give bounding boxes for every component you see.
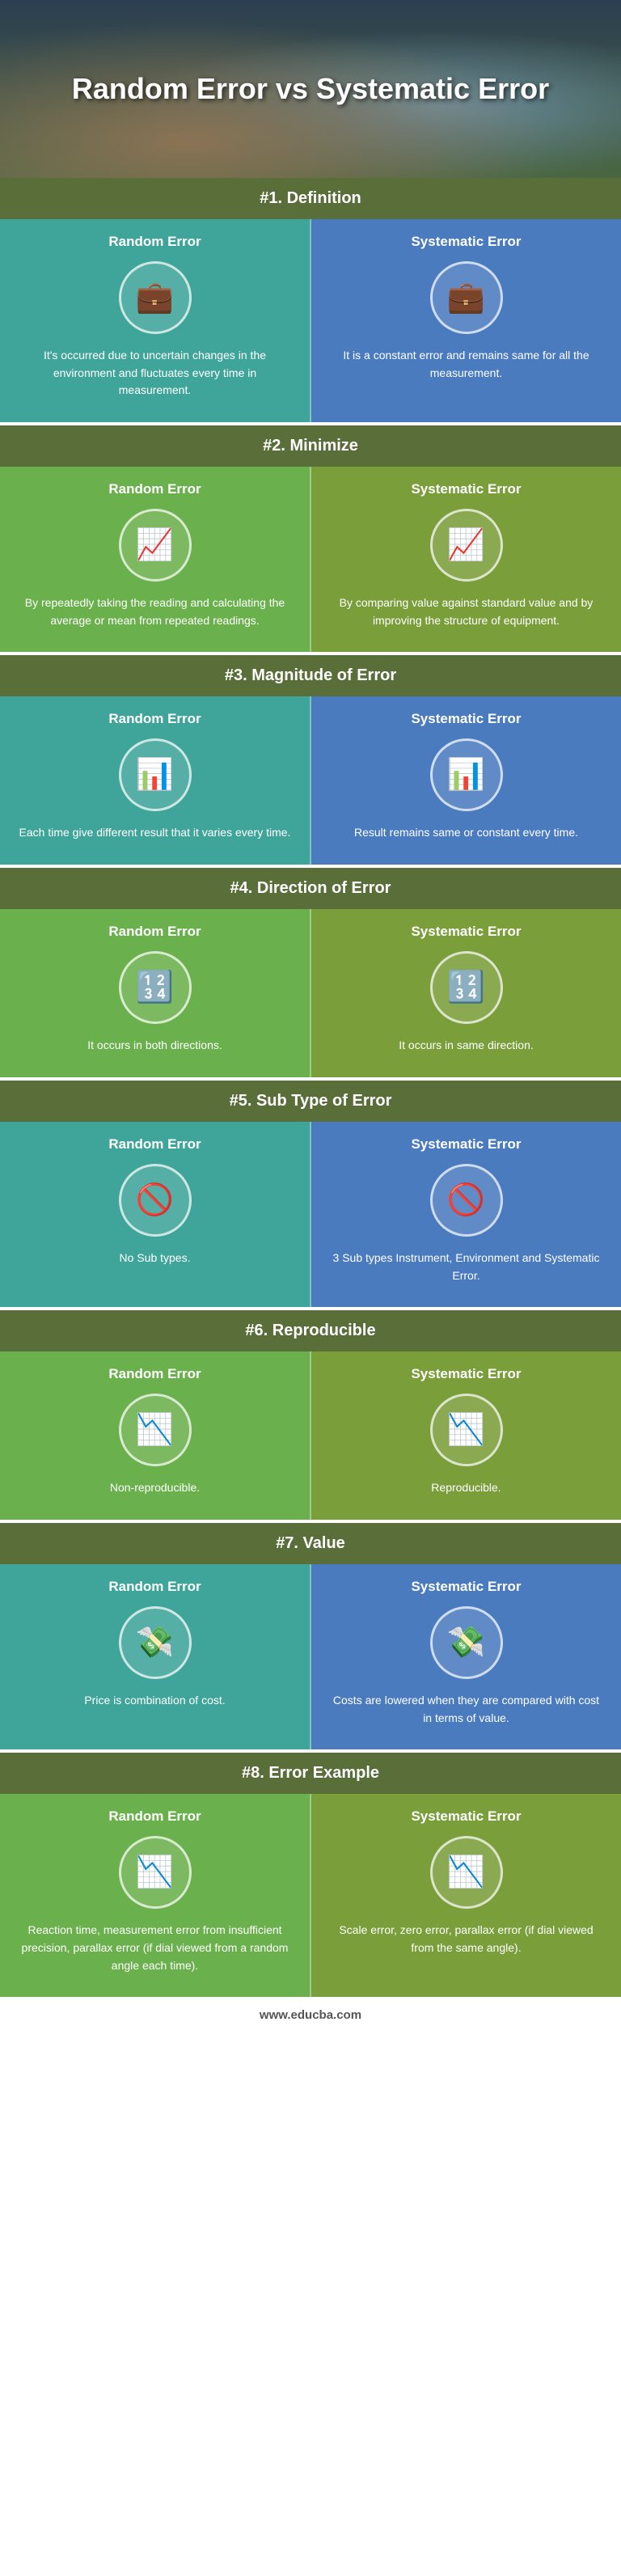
section-heading-s4: #4. Direction of Error: [0, 868, 621, 909]
col-left-s3: Random Error 📊 Each time give different re…: [0, 696, 311, 865]
two-col-s7: Random Error 💸 Price is combination of cos…: [0, 1564, 621, 1749]
col-left-s7: Random Error 💸 Price is combination of cos…: [0, 1564, 311, 1749]
col-right-icon-s3: 📊: [430, 738, 503, 811]
col-left-icon-s6: 📉: [119, 1394, 192, 1466]
col-right-text-s8: Scale error, zero error, parallax error …: [327, 1922, 605, 1956]
col-left-text-s5: No Sub types.: [120, 1250, 191, 1267]
section-s5: #5. Sub Type of Error Random Error 🚫 No Sub…: [0, 1081, 621, 1310]
col-left-text-s1: It's occurred due to uncertain changes i…: [16, 347, 294, 400]
col-left-icon-s2: 📈: [119, 509, 192, 582]
section-heading-s3: #3. Magnitude of Error: [0, 655, 621, 696]
col-right-s4: Systematic Error 🔢 It occurs in same direc…: [311, 909, 621, 1077]
section-s2: #2. Minimize Random Error 📈 By repeatedly t…: [0, 425, 621, 655]
col-left-text-s2: By repeatedly taking the reading and cal…: [16, 594, 294, 629]
col-right-label-s2: Systematic Error: [411, 481, 521, 497]
section-heading-s1: #1. Definition: [0, 178, 621, 219]
col-left-label-s8: Random Error: [108, 1808, 201, 1825]
col-left-icon-s3: 📊: [119, 738, 192, 811]
col-left-label-s2: Random Error: [108, 481, 201, 497]
col-left-label-s6: Random Error: [108, 1366, 201, 1382]
section-heading-s8: #8. Error Example: [0, 1753, 621, 1794]
section-s3: #3. Magnitude of Error Random Error 📊 Each …: [0, 655, 621, 868]
header-banner: Random Error vs Systematic Error: [0, 0, 621, 178]
section-heading-s5: #5. Sub Type of Error: [0, 1081, 621, 1122]
col-left-s2: Random Error 📈 By repeatedly taking the re…: [0, 467, 311, 652]
col-right-text-s7: Costs are lowered when they are compared…: [327, 1692, 605, 1727]
col-left-icon-s7: 💸: [119, 1606, 192, 1679]
col-left-icon-s5: 🚫: [119, 1164, 192, 1237]
section-heading-s7: #7. Value: [0, 1523, 621, 1564]
col-left-label-s7: Random Error: [108, 1579, 201, 1595]
col-left-text-s7: Price is combination of cost.: [84, 1692, 225, 1710]
section-heading-s6: #6. Reproducible: [0, 1310, 621, 1351]
col-left-s1: Random Error 💼 It's occurred due to uncert…: [0, 219, 311, 422]
main-title: Random Error vs Systematic Error: [72, 70, 549, 108]
section-heading-s2: #2. Minimize: [0, 425, 621, 467]
col-right-label-s8: Systematic Error: [411, 1808, 521, 1825]
col-right-icon-s2: 📈: [430, 509, 503, 582]
col-right-text-s6: Reproducible.: [431, 1479, 501, 1497]
col-left-label-s1: Random Error: [108, 234, 201, 250]
col-right-icon-s6: 📉: [430, 1394, 503, 1466]
section-s8: #8. Error Example Random Error 📉 Reaction t…: [0, 1753, 621, 2000]
col-left-icon-s4: 🔢: [119, 951, 192, 1024]
col-left-text-s6: Non-reproducible.: [110, 1479, 200, 1497]
col-right-s6: Systematic Error 📉 Reproducible.: [311, 1351, 621, 1520]
col-right-text-s3: Result remains same or constant every ti…: [354, 824, 578, 842]
col-right-label-s5: Systematic Error: [411, 1136, 521, 1153]
section-s7: #7. Value Random Error 💸 Price is combinati…: [0, 1523, 621, 1753]
col-right-text-s2: By comparing value against standard valu…: [327, 594, 605, 629]
col-left-text-s8: Reaction time, measurement error from in…: [16, 1922, 294, 1974]
col-left-s8: Random Error 📉 Reaction time, measurement …: [0, 1794, 311, 1997]
col-left-s5: Random Error 🚫 No Sub types.: [0, 1122, 311, 1307]
col-right-label-s4: Systematic Error: [411, 924, 521, 940]
col-right-s1: Systematic Error 💼 It is a constant error …: [311, 219, 621, 422]
col-left-text-s3: Each time give different result that it …: [19, 824, 291, 842]
two-col-s3: Random Error 📊 Each time give different re…: [0, 696, 621, 865]
col-right-label-s7: Systematic Error: [411, 1579, 521, 1595]
sections-container: #1. Definition Random Error 💼 It's occurred…: [0, 178, 621, 2000]
col-right-s8: Systematic Error 📉 Scale error, zero error…: [311, 1794, 621, 1997]
col-right-icon-s7: 💸: [430, 1606, 503, 1679]
col-right-text-s1: It is a constant error and remains same …: [327, 347, 605, 382]
two-col-s4: Random Error 🔢 It occurs in both direction…: [0, 909, 621, 1077]
section-s1: #1. Definition Random Error 💼 It's occurred…: [0, 178, 621, 425]
col-right-icon-s5: 🚫: [430, 1164, 503, 1237]
col-right-label-s3: Systematic Error: [411, 711, 521, 727]
col-right-icon-s8: 📉: [430, 1836, 503, 1909]
two-col-s6: Random Error 📉 Non-reproducible. Systematic…: [0, 1351, 621, 1520]
col-right-s5: Systematic Error 🚫 3 Sub types Instrument,…: [311, 1122, 621, 1307]
two-col-s2: Random Error 📈 By repeatedly taking the re…: [0, 467, 621, 652]
two-col-s1: Random Error 💼 It's occurred due to uncert…: [0, 219, 621, 422]
col-left-s4: Random Error 🔢 It occurs in both direction…: [0, 909, 311, 1077]
col-left-label-s4: Random Error: [108, 924, 201, 940]
col-right-s2: Systematic Error 📈 By comparing value agai…: [311, 467, 621, 652]
col-left-icon-s1: 💼: [119, 261, 192, 334]
col-right-icon-s1: 💼: [430, 261, 503, 334]
col-right-icon-s4: 🔢: [430, 951, 503, 1024]
col-left-s6: Random Error 📉 Non-reproducible.: [0, 1351, 311, 1520]
section-s6: #6. Reproducible Random Error 📉 Non-reprodu…: [0, 1310, 621, 1523]
col-right-label-s1: Systematic Error: [411, 234, 521, 250]
col-right-label-s6: Systematic Error: [411, 1366, 521, 1382]
col-right-text-s5: 3 Sub types Instrument, Environment and …: [327, 1250, 605, 1284]
col-right-s3: Systematic Error 📊 Result remains same or …: [311, 696, 621, 865]
col-left-label-s3: Random Error: [108, 711, 201, 727]
col-right-text-s4: It occurs in same direction.: [399, 1037, 534, 1055]
two-col-s8: Random Error 📉 Reaction time, measurement …: [0, 1794, 621, 1997]
col-right-s7: Systematic Error 💸 Costs are lowered when …: [311, 1564, 621, 1749]
col-left-text-s4: It occurs in both directions.: [87, 1037, 222, 1055]
footer: www.educba.com: [0, 2000, 621, 2030]
col-left-label-s5: Random Error: [108, 1136, 201, 1153]
footer-url: www.educba.com: [260, 2008, 361, 2022]
two-col-s5: Random Error 🚫 No Sub types. Systematic Err…: [0, 1122, 621, 1307]
col-left-icon-s8: 📉: [119, 1836, 192, 1909]
section-s4: #4. Direction of Error Random Error 🔢 It oc…: [0, 868, 621, 1081]
